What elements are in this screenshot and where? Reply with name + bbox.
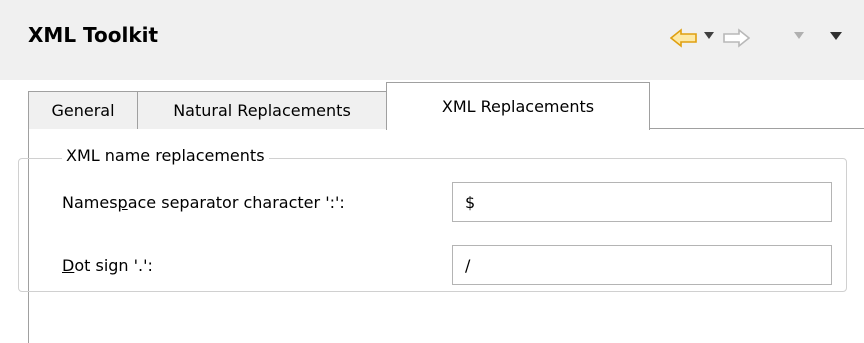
dot-sign-field[interactable] <box>452 245 832 285</box>
tab-general[interactable]: General <box>28 91 138 129</box>
label-text-post: ace separator character ':': <box>127 193 345 212</box>
back-arrow-icon[interactable] <box>670 28 698 48</box>
label-text-post: ot sign '.': <box>74 256 153 275</box>
namespace-separator-label: Namespace separator character ':': <box>62 193 345 212</box>
group-legend: XML name replacements <box>62 146 269 165</box>
label-mnemonic: D <box>62 256 75 275</box>
tab-xml-replacements[interactable]: XML Replacements <box>386 82 650 130</box>
label-text-pre: Names <box>62 193 118 212</box>
forward-arrow-icon[interactable] <box>722 28 750 48</box>
tab-strip: General Natural Replacements XML Replace… <box>28 82 864 130</box>
view-title: XML Toolkit <box>28 23 159 47</box>
label-mnemonic: p <box>117 193 128 212</box>
back-dropdown-icon[interactable] <box>704 32 714 40</box>
view-menu-icon[interactable] <box>830 32 842 41</box>
namespace-separator-field[interactable] <box>452 182 832 222</box>
tab-natural-replacements[interactable]: Natural Replacements <box>137 91 387 129</box>
view-titlebar: XML Toolkit <box>0 0 864 80</box>
dot-sign-label: Dot sign '.': <box>62 256 153 275</box>
forward-dropdown-icon[interactable] <box>794 32 804 40</box>
